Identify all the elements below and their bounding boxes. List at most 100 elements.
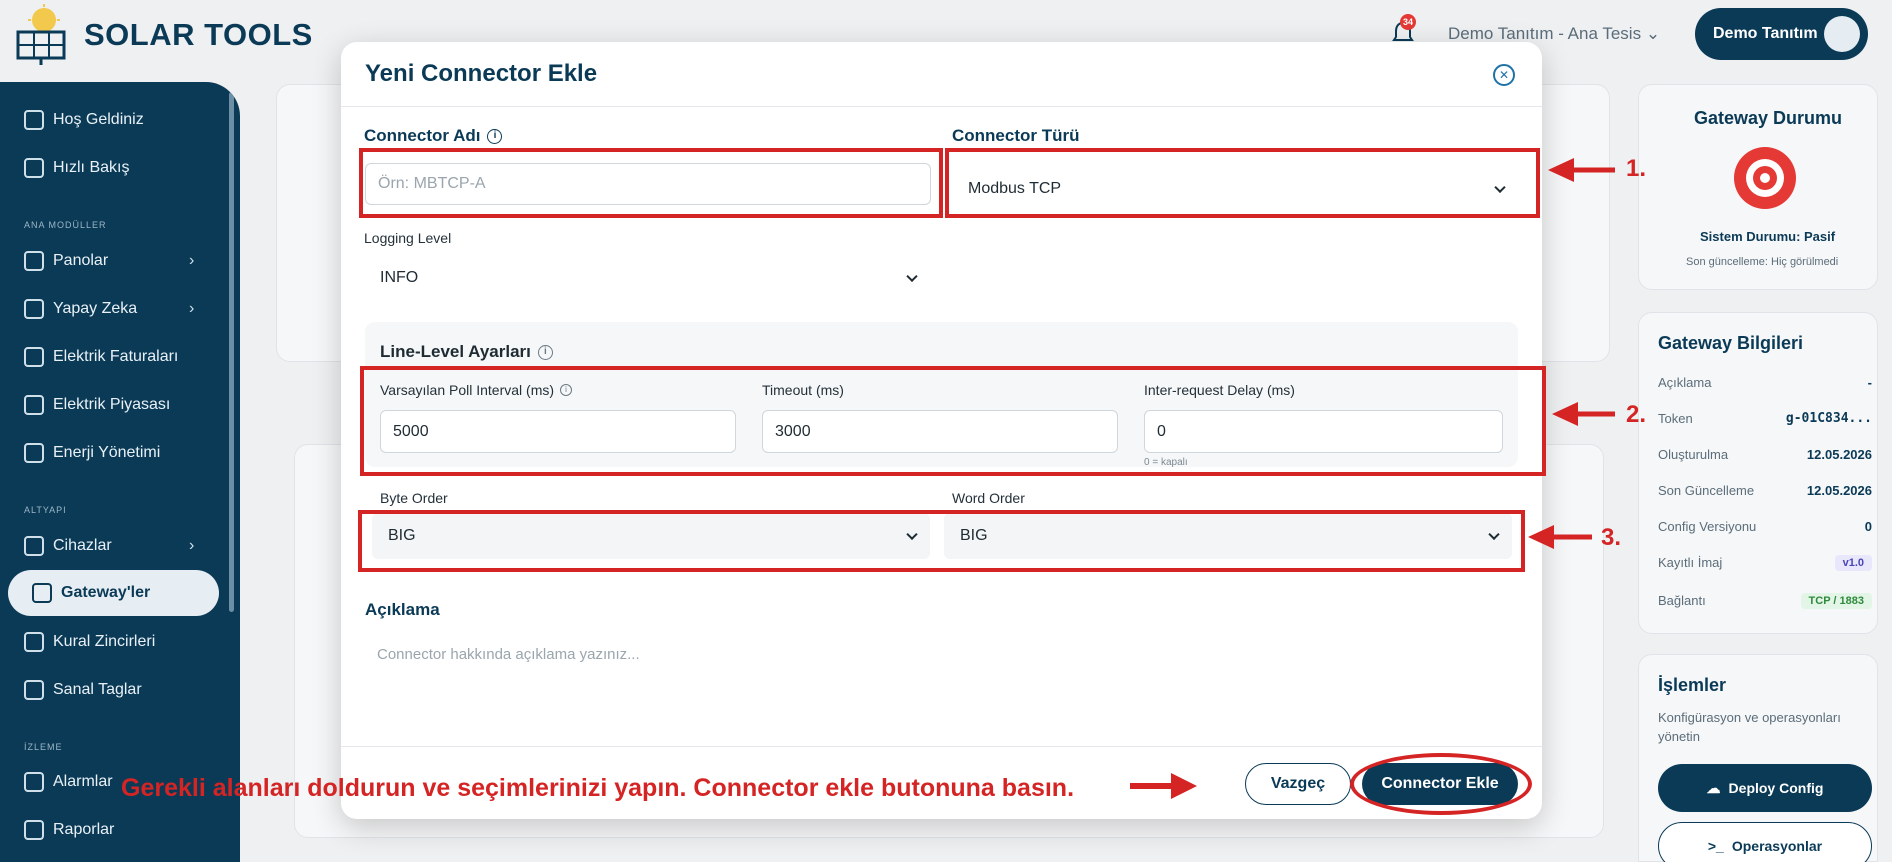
terminal-icon: >_ [1707,838,1724,854]
gateway-info-title: Gateway Bilgileri [1658,333,1804,353]
connector-name-label: Connector Adı i [364,126,503,146]
annotation-ellipse-submit [1350,753,1532,815]
sidebar-item-energy[interactable]: Enerji Yönetimi [24,439,160,467]
info-row: Son Güncelleme 12.05.2026 [1658,483,1872,498]
star-icon [24,110,44,130]
annotation-box-order [358,510,1525,572]
operations-description: Konfigürasyon ve operasyonları yönetin [1658,710,1841,744]
chevron-down-icon [906,270,918,283]
annotation-box-line-level [360,366,1546,476]
sidebar-scrollbar[interactable] [229,92,234,612]
sidebar-item-devices[interactable]: Cihazlar › [24,532,194,560]
report-icon [24,820,44,840]
gateway-info-card [1638,312,1878,634]
word-order-label: Word Order [952,490,1025,506]
sidebar-item-label: Hızlı Bakış [53,159,130,176]
sidebar-item-dashboards[interactable]: Panolar › [24,247,194,275]
tenant-selector[interactable]: Demo Tanıtım - Ana Tesis ⌄ [1448,24,1660,44]
line-level-title: Line-Level Ayarları i [380,342,553,362]
sidebar-item-label: Elektrik Piyasası [53,396,171,413]
tenant-name: Demo Tanıtım - Ana Tesis [1448,24,1642,43]
dashboard-icon [24,251,44,271]
logging-level-value: INFO [380,269,419,286]
info-row: Bağlantı TCP / 1883 [1658,593,1872,609]
ai-icon [24,299,44,319]
operations-button[interactable]: >_ Operasyonlar [1658,822,1872,862]
logging-level-select[interactable]: INFO [364,256,930,300]
sidebar-item-label: Panolar [53,252,109,269]
sidebar-item-alarms[interactable]: Alarmlar [24,768,113,796]
upload-cloud-icon: ☁ [1706,779,1721,796]
sidebar-item-overview[interactable]: Hızlı Bakış [24,154,129,182]
user-menu-button[interactable]: Demo Tanıtım [1695,8,1868,60]
sidebar-item-label: Elektrik Faturaları [53,348,179,365]
operations-title: İşlemler [1658,675,1727,695]
sidebar-item-invoices[interactable]: Elektrik Faturaları [24,343,178,371]
sidebar-item-label: Hoş Geldiniz [53,111,144,128]
sidebar-section-title: ALTYAPI [24,505,67,515]
alarm-icon [24,772,44,792]
sidebar-item-gateways-label: Gateway'ler [32,579,150,607]
byte-order-label: Byte Order [380,490,448,506]
sidebar-item-label: Sanal Taglar [53,681,142,698]
annotation-box-name [359,148,943,218]
notification-badge: 34 [1400,14,1416,30]
sidebar-item-welcome[interactable]: Hoş Geldiniz [24,106,144,134]
sidebar-item-label: Raporlar [53,821,115,838]
gateway-status-title: Gateway Durumu [1694,108,1843,128]
header-divider [341,106,1542,107]
sidebar-item-reports[interactable]: Raporlar [24,816,114,844]
sliders-icon [24,443,44,463]
branch-icon [24,632,44,652]
annotation-step-1: 1. [1626,155,1647,182]
sidebar-item-label: Cihazlar [53,537,112,554]
brand-name: SOLAR TOOLS [84,17,313,52]
chevron-right-icon: › [189,252,195,269]
invoice-icon [24,347,44,367]
sidebar-section-title: ANA MODÜLLER [24,220,107,230]
system-status-text: Sistem Durumu: Pasif [1700,229,1836,244]
sidebar-item-label: Kural Zincirleri [53,633,156,650]
cancel-button[interactable]: Vazgeç [1245,763,1351,805]
sidebar-item-ai[interactable]: Yapay Zeka › [24,295,194,323]
connector-type-label: Connector Türü [952,126,1080,145]
server-icon [32,583,52,603]
sidebar-item-label: Yapay Zeka [53,300,138,317]
close-icon[interactable]: ✕ [1493,64,1515,86]
footer-divider [341,746,1542,747]
chevron-down-icon: ⌄ [1645,24,1661,43]
sidebar-item-virtual-tags[interactable]: Sanal Taglar [24,676,142,704]
sidebar-item-market[interactable]: Elektrik Piyasası [24,391,170,419]
brand-logo[interactable]: SOLAR TOOLS [14,4,313,66]
chevron-right-icon: › [189,537,195,554]
solar-logo-icon [14,4,72,66]
info-row: Oluşturulma 12.05.2026 [1658,447,1872,462]
building-icon [24,395,44,415]
annotation-caption: Gerekli alanları doldurun ve seçimlerini… [121,774,1075,802]
dialog-title: Yeni Connector Ekle [365,60,598,87]
logging-level-label: Logging Level [364,230,452,246]
sidebar: Hoş Geldiniz Hızlı Bakış ANA MODÜLLER Pa… [0,82,240,862]
arrow-head-2 [1552,402,1578,426]
avatar [1824,16,1860,52]
info-row: Kayıtlı İmaj v1.0 [1658,555,1872,571]
info-icon[interactable]: i [487,128,503,144]
last-update-text: Son güncelleme: Hiç görülmedi [1686,256,1839,268]
pulse-icon [24,680,44,700]
annotation-box-type [945,148,1540,218]
annotation-step-3: 3. [1601,524,1622,551]
sidebar-item-label: Alarmlar [53,773,113,790]
sidebar-item-rules[interactable]: Kural Zincirleri [24,628,155,656]
grid-icon [24,158,44,178]
deploy-config-button[interactable]: ☁ Deploy Config [1658,764,1872,812]
info-row: Config Versiyonu 0 [1658,519,1872,534]
monitor-icon [24,536,44,556]
description-textarea[interactable]: Connector hakkında açıklama yazınız... [365,632,1518,716]
info-icon[interactable]: i [537,344,553,360]
description-label: Açıklama [365,600,440,619]
annotation-step-2: 2. [1626,401,1647,428]
sidebar-section-title: İZLEME [24,742,63,752]
chevron-right-icon: › [189,300,195,317]
sidebar-item-label: Enerji Yönetimi [53,444,161,461]
sidebar-item-label: Gateway'ler [61,584,151,601]
